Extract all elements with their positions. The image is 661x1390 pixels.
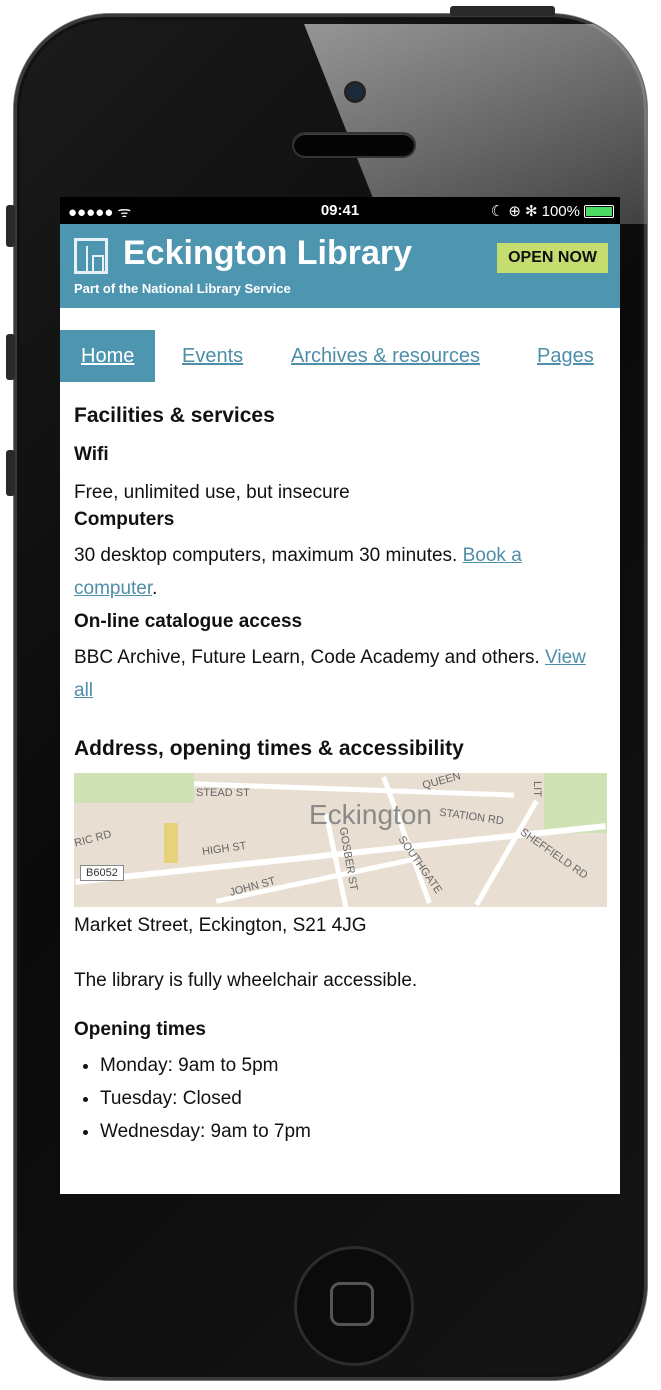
- wifi-text: Free, unlimited use, but insecure: [74, 482, 350, 503]
- nav-pages[interactable]: Pages: [537, 330, 594, 382]
- front-camera: [347, 84, 363, 100]
- earpiece-speaker: [294, 134, 414, 156]
- main-nav: Home Events Archives & resources Pages: [60, 330, 620, 382]
- nav-archives[interactable]: Archives & resources: [291, 330, 480, 382]
- site-title[interactable]: Eckington Library: [123, 234, 412, 273]
- opening-times-heading: Opening times: [74, 1019, 206, 1040]
- battery-percent: 100%: [541, 202, 580, 220]
- map-town-label: Eckington: [309, 799, 432, 830]
- address-heading: Address, opening times & accessibility: [74, 737, 464, 760]
- glass-glare: [304, 24, 647, 224]
- facilities-heading: Facilities & services: [74, 404, 275, 427]
- catalogue-text: BBC Archive, Future Learn, Code Academy …: [74, 647, 586, 701]
- catalogue-title: On-line catalogue access: [74, 611, 303, 632]
- library-logo-icon[interactable]: [74, 238, 108, 274]
- location-map[interactable]: Eckington STEAD ST QUEEN STATION RD HIGH…: [74, 773, 607, 907]
- list-item: Monday: 9am to 5pm: [100, 1049, 606, 1082]
- battery-icon: [584, 204, 614, 218]
- open-status-badge: OPEN NOW: [497, 243, 608, 273]
- home-button-icon: [330, 1282, 374, 1326]
- wifi-title: Wifi: [74, 444, 109, 465]
- list-item: Tuesday: Closed: [100, 1082, 606, 1115]
- status-bar: ●●●●● ᯤ 09:41 ☾ ⊕ ✻ 100%: [60, 197, 620, 224]
- screen: ●●●●● ᯤ 09:41 ☾ ⊕ ✻ 100% Eckington Libra…: [60, 197, 620, 1194]
- computers-title: Computers: [74, 509, 175, 530]
- nav-events[interactable]: Events: [182, 330, 243, 382]
- status-icons: ☾ ⊕ ✻: [490, 203, 538, 220]
- accessibility-text: The library is fully wheelchair accessib…: [74, 970, 418, 991]
- opening-times-list: Monday: 9am to 5pm Tuesday: Closed Wedne…: [74, 1049, 606, 1148]
- street-address: Market Street, Eckington, S21 4JG: [74, 915, 367, 936]
- computers-text: 30 desktop computers, maximum 30 minutes…: [74, 545, 522, 599]
- volume-down-button[interactable]: [6, 450, 15, 496]
- mute-switch[interactable]: [6, 205, 15, 247]
- site-header: Eckington Library Part of the National L…: [60, 224, 620, 308]
- power-button[interactable]: [450, 6, 555, 16]
- list-item: Wednesday: 9am to 7pm: [100, 1115, 606, 1148]
- site-subtitle: Part of the National Library Service: [74, 281, 291, 296]
- volume-up-button[interactable]: [6, 334, 15, 380]
- nav-home[interactable]: Home: [60, 330, 156, 382]
